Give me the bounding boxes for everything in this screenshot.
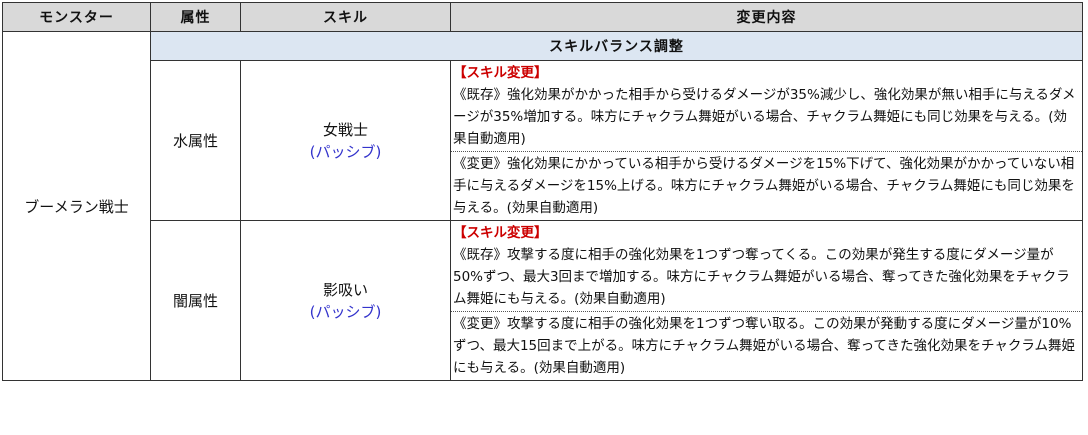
- attribute-cell: 水属性: [150, 60, 241, 221]
- skill-cell: 影吸い (パッシブ): [240, 220, 451, 381]
- monster-name: ブーメラン戦士: [2, 31, 151, 381]
- skill-type: (パッシブ): [309, 302, 382, 321]
- skill-cell: 女戦士 (パッシブ): [240, 60, 451, 221]
- attribute-cell: 闇属性: [150, 220, 241, 381]
- skill-name: 影吸い: [322, 280, 368, 299]
- change-tag: 【スキル変更】: [453, 225, 548, 241]
- change-after: 《変更》強化効果にかかっている相手から受けるダメージを15%下げて、強化効果がか…: [450, 151, 1083, 221]
- change-after: 《変更》攻撃する度に相手の強化効果を1つずつ奪い取る。この効果が発動する度にダメ…: [450, 311, 1083, 381]
- section-title: スキルバランス調整: [150, 31, 1083, 61]
- header-attribute: 属性: [150, 2, 241, 32]
- header-monster: モンスター: [2, 2, 151, 32]
- header-row: モンスター 属性 スキル 変更内容: [2, 2, 1083, 32]
- skill-name: 女戦士: [322, 120, 368, 139]
- header-skill: スキル: [240, 2, 451, 32]
- change-before: 【スキル変更】 《既存》強化効果がかかった相手から受けるダメージが35%減少し、…: [450, 60, 1083, 152]
- skill-type: (パッシブ): [309, 142, 382, 161]
- patch-notes-table-container: モンスター 属性 スキル 変更内容 ブーメラン戦士 スキルバランス調整 水属性 …: [2, 2, 1083, 432]
- skill-change-table: モンスター 属性 スキル 変更内容 ブーメラン戦士 スキルバランス調整 水属性 …: [2, 2, 1083, 381]
- change-before: 【スキル変更】 《既存》攻撃する度に相手の強化効果を1つずつ奪ってくる。この効果…: [450, 220, 1083, 312]
- table-row: 闇属性 影吸い (パッシブ) 【スキル変更】 《既存》攻撃する度に相手の強化効果…: [3, 220, 1083, 381]
- before-text: 《既存》攻撃する度に相手の強化効果を1つずつ奪ってくる。この効果が発生する度にダ…: [453, 247, 1070, 307]
- table-row: 水属性 女戦士 (パッシブ) 【スキル変更】 《既存》強化効果がかかった相手から…: [3, 60, 1083, 221]
- section-row: ブーメラン戦士 スキルバランス調整: [2, 31, 1083, 381]
- before-text: 《既存》強化効果がかかった相手から受けるダメージが35%減少し、強化効果が無い相…: [453, 87, 1076, 147]
- header-change: 変更内容: [450, 2, 1083, 32]
- change-tag: 【スキル変更】: [453, 65, 548, 81]
